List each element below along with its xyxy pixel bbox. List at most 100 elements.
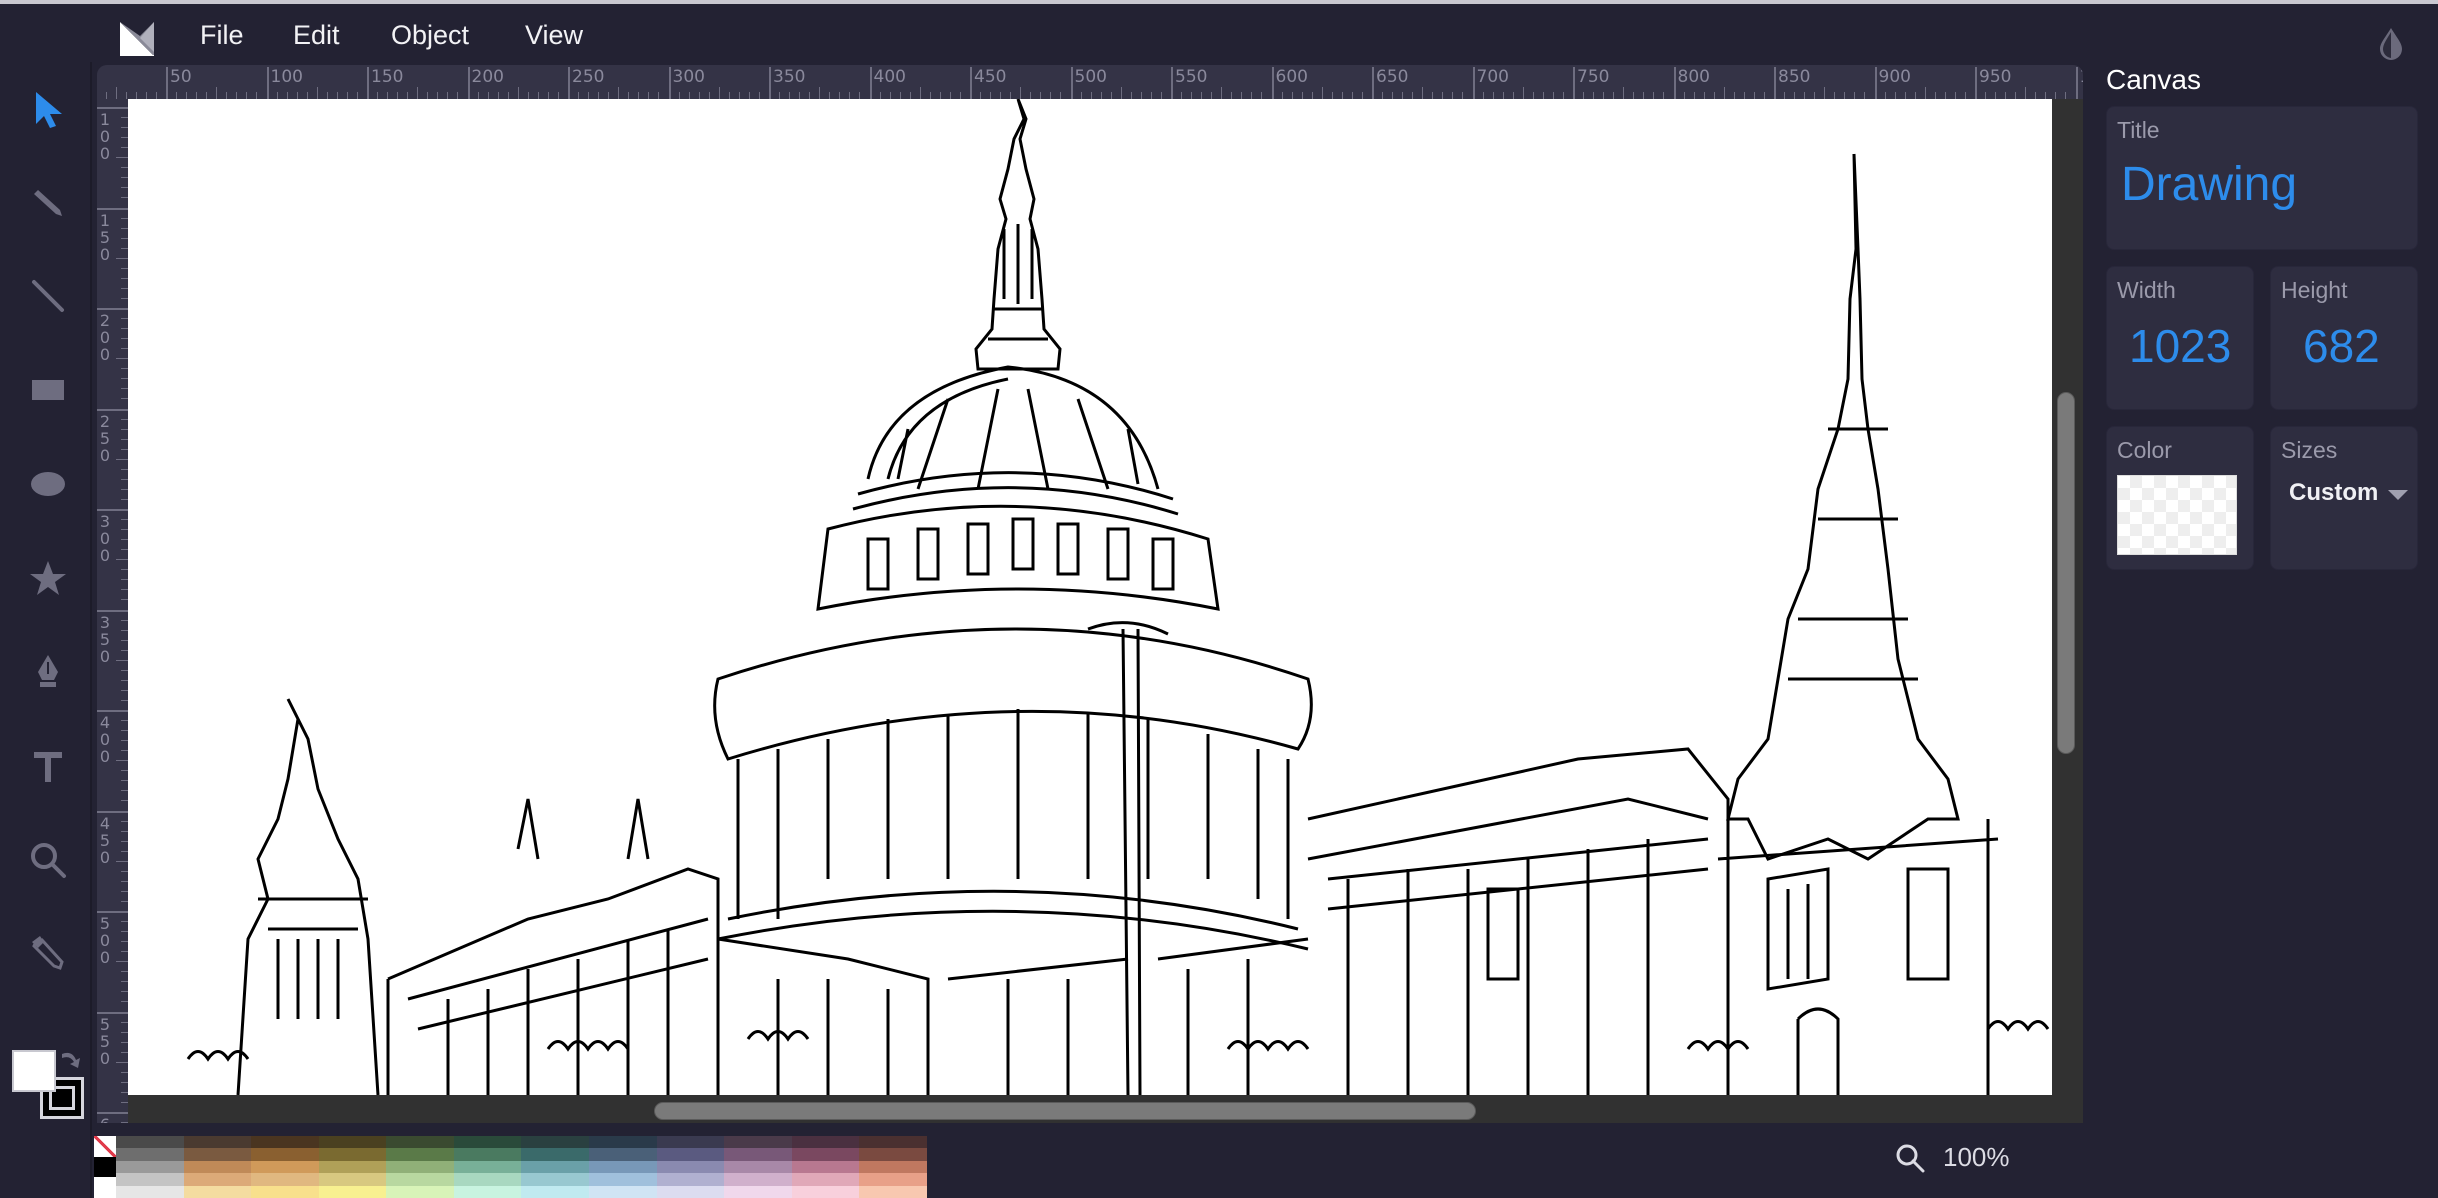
palette-swatch[interactable] <box>116 1148 184 1161</box>
palette-swatch[interactable] <box>791 1136 860 1149</box>
eyedropper-tool[interactable] <box>22 928 74 980</box>
palette-swatch[interactable] <box>116 1173 184 1186</box>
palette-swatch[interactable] <box>724 1136 792 1149</box>
text-tool[interactable] <box>22 740 74 792</box>
palette-swatch[interactable] <box>589 1185 657 1198</box>
sizes-dropdown[interactable]: Custom <box>2289 479 2409 507</box>
fill-color-swatch[interactable] <box>12 1050 56 1092</box>
palette-swatch[interactable] <box>589 1136 657 1149</box>
title-input[interactable]: Drawing <box>2121 157 2297 212</box>
palette-swatch[interactable] <box>183 1148 252 1161</box>
horizontal-ruler[interactable]: 50 100 150 200 250 300 350 400 450 500 550 600 650 70… <box>97 65 2083 99</box>
palette-swatch[interactable] <box>859 1160 927 1174</box>
palette-swatch[interactable] <box>251 1148 319 1161</box>
palette-swatch[interactable] <box>453 1148 522 1161</box>
palette-swatch[interactable] <box>318 1136 387 1149</box>
palette-swatch[interactable] <box>386 1173 454 1186</box>
palette-swatch[interactable] <box>656 1136 725 1149</box>
drawing-canvas[interactable] <box>128 99 2052 1095</box>
title-card[interactable]: Title Drawing <box>2106 106 2418 250</box>
palette-swatch[interactable] <box>386 1136 454 1149</box>
no-color-swatch[interactable] <box>94 1136 116 1157</box>
palette-swatch[interactable] <box>94 1156 116 1178</box>
palette-swatch[interactable] <box>521 1185 590 1198</box>
palette-swatch[interactable] <box>791 1148 860 1161</box>
palette-swatch[interactable] <box>251 1136 319 1149</box>
ruler-label: 950 <box>1979 67 2012 87</box>
palette-swatch[interactable] <box>386 1160 454 1174</box>
palette-swatch[interactable] <box>656 1185 725 1198</box>
palette-swatch[interactable] <box>251 1160 319 1174</box>
palette-swatch[interactable] <box>318 1160 387 1174</box>
star-tool[interactable] <box>22 552 74 604</box>
palette-swatch[interactable] <box>183 1160 252 1174</box>
palette-swatch[interactable] <box>724 1185 792 1198</box>
palette-swatch[interactable] <box>318 1148 387 1161</box>
pencil-tool[interactable] <box>22 176 74 228</box>
palette-swatch[interactable] <box>589 1173 657 1186</box>
palette-swatch[interactable] <box>386 1148 454 1161</box>
palette-swatch[interactable] <box>859 1136 927 1149</box>
palette-swatch[interactable] <box>116 1160 184 1174</box>
palette-swatch[interactable] <box>183 1185 252 1198</box>
line-tool[interactable] <box>22 270 74 322</box>
palette-swatch[interactable] <box>183 1136 252 1149</box>
palette-swatch[interactable] <box>859 1148 927 1161</box>
palette-swatch[interactable] <box>183 1173 252 1186</box>
height-input[interactable]: 682 <box>2303 319 2380 373</box>
ellipse-tool[interactable] <box>22 458 74 510</box>
palette-swatch[interactable] <box>521 1148 590 1161</box>
palette-swatch[interactable] <box>94 1177 116 1198</box>
menu-file[interactable]: File <box>200 20 244 51</box>
palette-swatch[interactable] <box>521 1173 590 1186</box>
palette-swatch[interactable] <box>116 1185 184 1198</box>
theme-toggle-icon[interactable] <box>2376 26 2406 60</box>
vertical-ruler[interactable]: 100 150 200 250 300 350 400 450 500 550 6 <box>97 99 128 1123</box>
select-tool[interactable] <box>22 84 74 136</box>
palette-swatch[interactable] <box>724 1173 792 1186</box>
zoom-indicator[interactable]: 100% <box>1895 1142 2010 1173</box>
palette-swatch[interactable] <box>859 1185 927 1198</box>
ruler-minor-tick <box>628 92 630 99</box>
palette-swatch[interactable] <box>453 1185 522 1198</box>
ruler-minor-tick <box>517 87 519 99</box>
rectangle-tool[interactable] <box>22 364 74 416</box>
ruler-minor-tick <box>1753 92 1755 99</box>
menu-view[interactable]: View <box>525 20 583 51</box>
vertical-scrollbar[interactable] <box>2057 392 2075 754</box>
palette-swatch[interactable] <box>453 1173 522 1186</box>
width-input[interactable]: 1023 <box>2129 319 2231 373</box>
palette-swatch[interactable] <box>656 1148 725 1161</box>
canvas-color-picker[interactable] <box>2117 475 2237 555</box>
palette-swatch[interactable] <box>116 1136 184 1149</box>
palette-swatch[interactable] <box>656 1173 725 1186</box>
ruler-minor-tick <box>1854 92 1856 99</box>
palette-swatch[interactable] <box>251 1185 319 1198</box>
palette-swatch[interactable] <box>589 1160 657 1174</box>
menu-edit[interactable]: Edit <box>293 20 340 51</box>
palette-swatch[interactable] <box>791 1185 860 1198</box>
palette-swatch[interactable] <box>318 1173 387 1186</box>
zoom-tool[interactable] <box>22 834 74 886</box>
menu-object[interactable]: Object <box>391 20 469 51</box>
horizontal-scrollbar[interactable] <box>654 1102 1476 1120</box>
palette-swatch[interactable] <box>521 1136 590 1149</box>
palette-swatch[interactable] <box>251 1173 319 1186</box>
palette-swatch[interactable] <box>656 1160 725 1174</box>
palette-swatch[interactable] <box>453 1160 522 1174</box>
palette-swatch[interactable] <box>724 1148 792 1161</box>
palette-swatch[interactable] <box>791 1160 860 1174</box>
palette-swatch[interactable] <box>859 1173 927 1186</box>
palette-swatch[interactable] <box>791 1173 860 1186</box>
palette-swatch[interactable] <box>453 1136 522 1149</box>
pen-tool[interactable] <box>22 646 74 698</box>
palette-swatch[interactable] <box>589 1148 657 1161</box>
height-card[interactable]: Height 682 <box>2270 266 2418 410</box>
palette-swatch[interactable] <box>318 1185 387 1198</box>
ruler-minor-tick <box>1382 92 1384 99</box>
palette-swatch[interactable] <box>521 1160 590 1174</box>
palette-swatch[interactable] <box>386 1185 454 1198</box>
swap-colors-icon[interactable] <box>58 1046 84 1072</box>
width-card[interactable]: Width 1023 <box>2106 266 2254 410</box>
palette-swatch[interactable] <box>724 1160 792 1174</box>
